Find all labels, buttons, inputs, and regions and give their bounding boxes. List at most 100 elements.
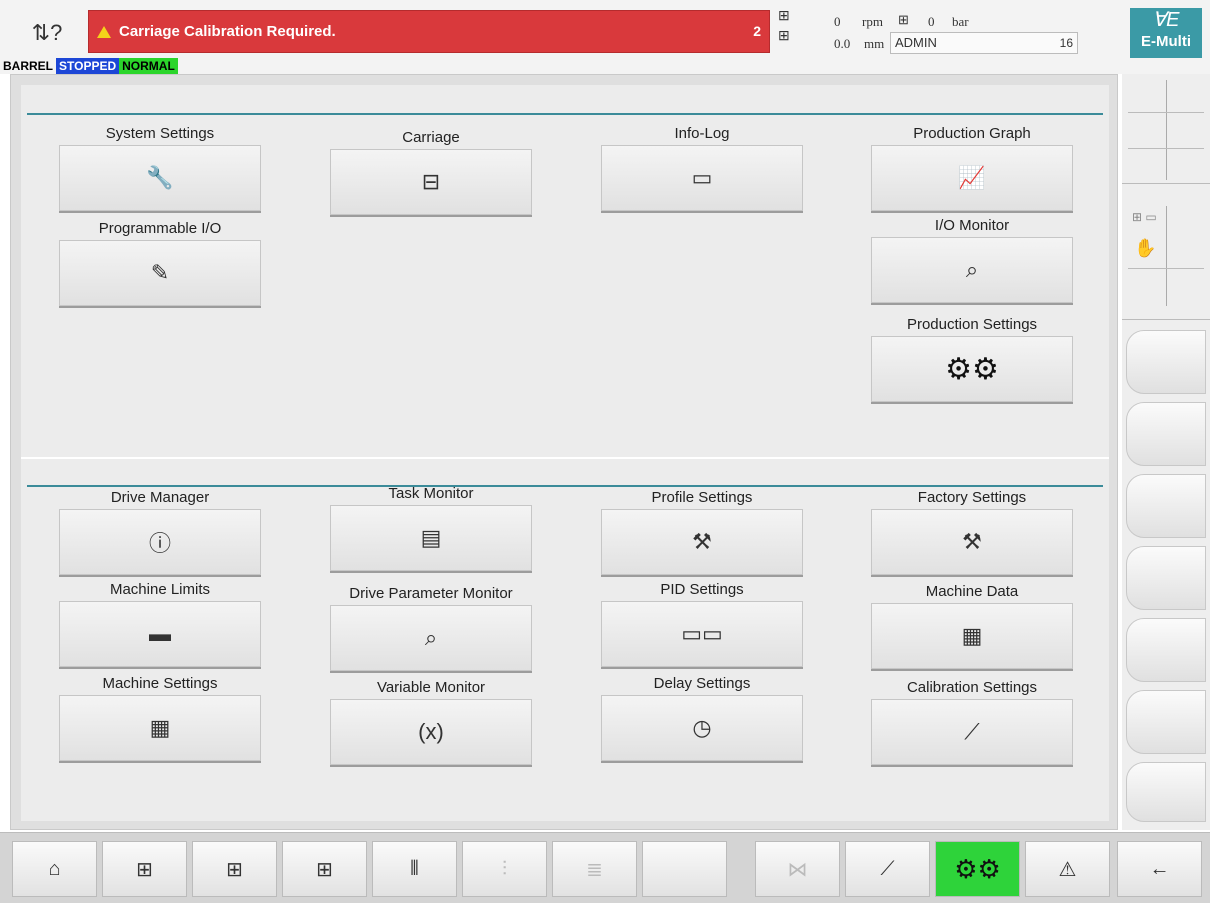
menu-item: Variable Monitor (x) xyxy=(330,677,532,765)
right-side-panel: ⊞ ▭ ✋ xyxy=(1122,74,1210,830)
nav-blank-button[interactable] xyxy=(642,841,727,897)
nav-dosing-button[interactable]: ⫶ xyxy=(462,841,547,897)
menu-item-label: Calibration Settings xyxy=(906,679,1038,696)
menu-item: Task Monitor ▤ xyxy=(330,483,532,571)
profile-settings-icon: ⚒ xyxy=(692,529,712,554)
machine-limits-button[interactable]: ▬ xyxy=(59,601,261,667)
factory-settings-button[interactable]: ⚒ xyxy=(871,509,1073,575)
nav-screw-return-button[interactable]: ⊞ xyxy=(282,841,367,897)
profile-settings-button[interactable]: ⚒ xyxy=(601,509,803,575)
grid-line xyxy=(1166,80,1167,180)
settings-gears-icon: ⚙⚙ xyxy=(954,853,1001,884)
nav-temperature-profile-button[interactable]: ⫴ xyxy=(372,841,457,897)
info-log-button[interactable]: ▭ xyxy=(601,145,803,211)
nav-home-button[interactable]: ⌂ xyxy=(12,841,97,897)
system-settings-button[interactable]: 🔧 xyxy=(59,145,261,211)
variable-monitor-icon: (x) xyxy=(418,719,444,744)
side-soft-key-4[interactable] xyxy=(1126,546,1206,610)
grid-line xyxy=(1128,148,1204,149)
menu-item-label: PID Settings xyxy=(660,581,744,598)
dosing-icon: ⫶ xyxy=(502,857,507,880)
monitor-icon: ▭ xyxy=(691,165,713,190)
bar-unit: bar xyxy=(952,14,969,29)
nav-list-button[interactable]: ≣ xyxy=(552,841,637,897)
hmi-screen: ⇅? Carriage Calibration Required. 2 ⊞ ⊞ … xyxy=(0,0,1210,903)
side-soft-key-7[interactable] xyxy=(1126,762,1206,822)
grid-line xyxy=(1128,112,1204,113)
heater-small-icon: ⊞ ▭ xyxy=(1132,210,1157,224)
user-field[interactable]: ADMIN 16 xyxy=(890,32,1078,54)
wrench-icon: 🔧 xyxy=(146,165,174,190)
group-divider xyxy=(27,113,1103,115)
status-readouts: ⊞ ⊞ 0 rpm ⊞ 0 bar 0.0 mm ADMIN 16 xyxy=(778,8,1078,58)
home-icon: ⌂ xyxy=(48,857,61,880)
settings-group-bottom: Drive Manager ⓘ Task Monitor ▤ Profile Setti… xyxy=(21,457,1109,821)
rpm-value: 0 xyxy=(834,14,841,29)
menu-item: Delay Settings ◷ xyxy=(601,673,803,761)
side-soft-key-2[interactable] xyxy=(1126,402,1206,466)
logo-mark-icon: ⱯE xyxy=(1152,9,1180,31)
nav-settings-gears-button[interactable]: ⚙⚙ xyxy=(935,841,1020,897)
drive-info-icon: ⓘ xyxy=(148,531,171,556)
menu-item: Machine Data ▦ xyxy=(871,581,1073,669)
task-monitor-button[interactable]: ▤ xyxy=(330,505,532,571)
valve-icon: ⋈ xyxy=(787,858,808,881)
nav-back-arrow-button[interactable]: ← xyxy=(1117,841,1202,897)
nav-graph-button[interactable]: ⟋ xyxy=(845,841,930,897)
side-soft-key-3[interactable] xyxy=(1126,474,1206,538)
alarm-banner[interactable]: Carriage Calibration Required. 2 xyxy=(88,10,770,53)
machine-settings-button[interactable]: ▦ xyxy=(59,695,261,761)
calibration-settings-button[interactable]: ⟋ xyxy=(871,699,1073,765)
nav-alarm-triangle-button[interactable]: ⚠ xyxy=(1025,841,1110,897)
menu-item-label: Drive Manager xyxy=(110,489,210,506)
side-soft-key-6[interactable] xyxy=(1126,690,1206,754)
production-settings-button[interactable]: ⚙⚙ xyxy=(871,336,1073,402)
bar-value: 0 xyxy=(928,14,935,29)
drive-parameter-icon: ⌕ xyxy=(424,625,438,650)
delay-settings-button[interactable]: ◷ xyxy=(601,695,803,761)
menu-item-label: Machine Limits xyxy=(109,581,211,598)
temperature-profile-icon: ⫴ xyxy=(410,857,419,880)
menu-item: Calibration Settings ⟋ xyxy=(871,677,1073,765)
machine-settings-icon: ▦ xyxy=(149,715,171,740)
programmable-i-o-button[interactable]: ✎ xyxy=(59,240,261,306)
io-edit-icon: ✎ xyxy=(150,260,170,285)
nav-valve-button[interactable]: ⋈ xyxy=(755,841,840,897)
drive-manager-button[interactable]: ⓘ xyxy=(59,509,261,575)
alarm-triangle-icon: ⚠ xyxy=(1058,858,1077,881)
nav-heater-button[interactable]: ⊞ xyxy=(192,841,277,897)
mode-help-icon[interactable]: ⇅? xyxy=(16,10,78,56)
nav-screw-button[interactable]: ⊞ xyxy=(102,841,187,897)
status-normal: NORMAL xyxy=(119,58,178,74)
i-o-monitor-button[interactable]: ⌕ xyxy=(871,237,1073,303)
carriage-icon: ⊟ xyxy=(421,169,441,194)
side-grid-top xyxy=(1122,74,1210,184)
status-barrel: BARREL xyxy=(0,58,56,74)
menu-item: Drive Parameter Monitor ⌕ xyxy=(330,583,532,671)
side-grid-mid: ⊞ ▭ ✋ xyxy=(1122,184,1210,320)
menu-item-label: Factory Settings xyxy=(917,489,1027,506)
header-bar: ⇅? Carriage Calibration Required. 2 ⊞ ⊞ … xyxy=(0,0,1210,74)
mm-unit: mm xyxy=(864,36,885,51)
variable-monitor-button[interactable]: (x) xyxy=(330,699,532,765)
graph-icon: 📈 xyxy=(958,165,986,190)
user-level: 16 xyxy=(1059,36,1073,50)
menu-item-label: Carriage xyxy=(402,129,460,146)
menu-item: Machine Settings ▦ xyxy=(59,673,261,761)
drive-parameter-monitor-button[interactable]: ⌕ xyxy=(330,605,532,671)
machine-data-button[interactable]: ▦ xyxy=(871,603,1073,669)
menu-item-label: Info-Log xyxy=(674,125,730,142)
io-monitor-icon: ⌕ xyxy=(965,257,979,282)
menu-item-label: Profile Settings xyxy=(651,489,753,506)
machine-data-icon: ▦ xyxy=(961,623,983,648)
carriage-button[interactable]: ⊟ xyxy=(330,149,532,215)
hand-icon[interactable]: ✋ xyxy=(1134,238,1156,259)
side-soft-key-5[interactable] xyxy=(1126,618,1206,682)
side-soft-key-1[interactable] xyxy=(1126,330,1206,394)
pid-settings-button[interactable]: ▭▭ xyxy=(601,601,803,667)
brand-logo: ⱯE E-Multi xyxy=(1130,8,1202,58)
gears-icon: ⚙⚙ xyxy=(945,352,999,386)
menu-item-label: Delay Settings xyxy=(653,675,751,692)
production-graph-button[interactable]: 📈 xyxy=(871,145,1073,211)
rpm-unit: rpm xyxy=(862,14,883,29)
